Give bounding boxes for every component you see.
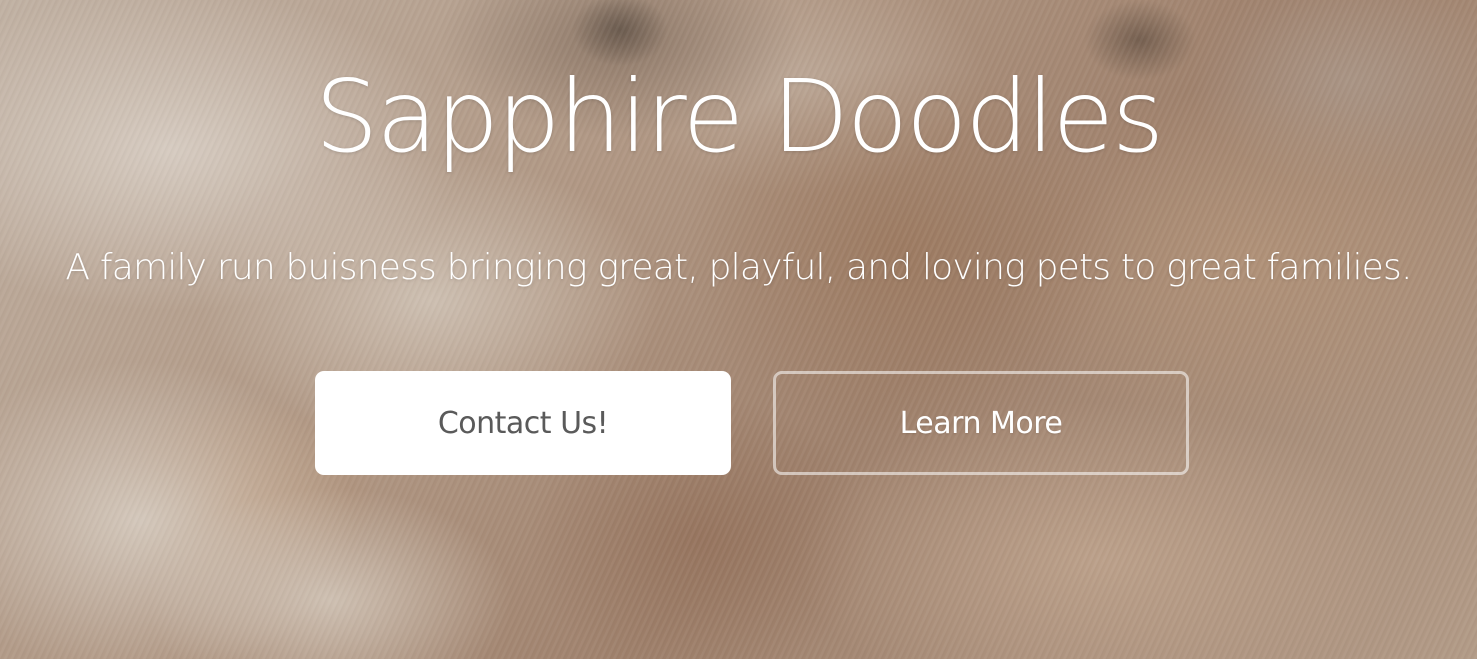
hero-content: Sapphire Doodles A family run buisness b… (0, 0, 1477, 659)
hero-section: Sapphire Doodles A family run buisness b… (0, 0, 1477, 659)
tagline: A family run buisness bringing great, pl… (65, 247, 1412, 288)
site-title: Sapphire Doodles (314, 58, 1164, 175)
learn-more-button[interactable]: Learn More (773, 371, 1189, 475)
contact-us-button[interactable]: Contact Us! (315, 371, 731, 475)
